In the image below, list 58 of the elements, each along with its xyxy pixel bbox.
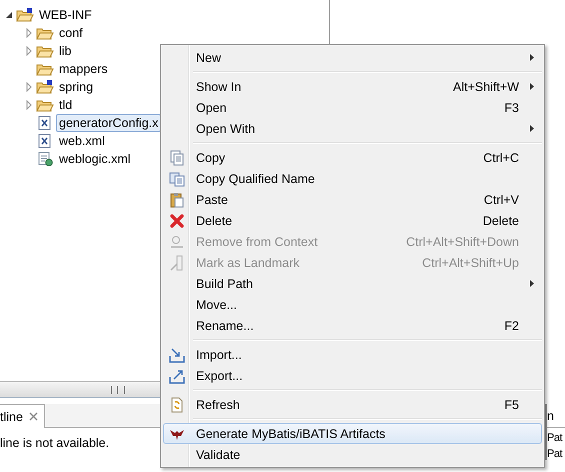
- collapsed-arrow-icon[interactable]: [24, 100, 34, 110]
- menu-item[interactable]: Delete Delete: [163, 210, 542, 231]
- menu-item[interactable]: Validate: [163, 444, 542, 465]
- paste-icon: [169, 192, 185, 208]
- menu-item[interactable]: Copy Qualified Name: [163, 168, 542, 189]
- outline-message: line is not available.: [0, 436, 110, 450]
- menu-item[interactable]: Build Path: [163, 273, 542, 294]
- copy-icon: [169, 150, 185, 166]
- folder-icon: [36, 26, 54, 40]
- tree-item[interactable]: lib: [56, 42, 75, 60]
- scroll-grip-icon[interactable]: [111, 386, 125, 394]
- collapsed-arrow-icon[interactable]: [24, 46, 34, 56]
- menu-item[interactable]: Generate MyBatis/iBATIS Artifacts: [163, 423, 542, 444]
- folder-icon: [36, 44, 54, 58]
- submenu-arrow-icon: [530, 280, 534, 287]
- menu-item[interactable]: Move...: [163, 294, 542, 315]
- menu-item[interactable]: Import...: [163, 344, 542, 365]
- menu-item[interactable]: New: [163, 47, 542, 68]
- submenu-arrow-icon: [530, 83, 534, 90]
- collapsed-arrow-icon[interactable]: [24, 28, 34, 38]
- menu-item[interactable]: Refresh F5: [163, 394, 542, 415]
- export-icon: [169, 368, 185, 384]
- submenu-arrow-icon: [530, 125, 534, 132]
- tree-item[interactable]: web.xml: [56, 132, 108, 150]
- menu-item[interactable]: Open With: [163, 118, 542, 139]
- close-icon[interactable]: [28, 412, 38, 421]
- tree-item[interactable]: conf: [56, 24, 86, 42]
- collapsed-arrow-icon[interactable]: [24, 82, 34, 92]
- tree-item[interactable]: spring: [56, 78, 96, 96]
- tab-label: tline: [0, 410, 23, 424]
- tree-item[interactable]: weblogic.xml: [56, 150, 134, 168]
- copy-icon: [169, 170, 185, 186]
- panel-tab[interactable]: n: [547, 404, 565, 428]
- delete-icon: [169, 212, 185, 228]
- menu-item[interactable]: Export...: [163, 365, 542, 386]
- submenu-arrow-icon: [530, 54, 534, 61]
- menu-item[interactable]: Open F3: [163, 97, 542, 118]
- outline-tab[interactable]: tline: [0, 404, 45, 428]
- menu-item[interactable]: Paste Ctrl+V: [163, 189, 542, 210]
- tree-item[interactable]: generatorConfig.x: [56, 114, 162, 132]
- tree-item[interactable]: mappers: [56, 60, 111, 78]
- refresh-icon: [169, 396, 185, 412]
- folder-icon: [36, 98, 54, 112]
- folder-icon: [36, 80, 54, 94]
- import-icon: [169, 346, 185, 362]
- expanded-arrow-icon[interactable]: [4, 10, 14, 20]
- menu-item[interactable]: Copy Ctrl+C: [163, 147, 542, 168]
- landmark-icon: [169, 254, 185, 270]
- tree-item[interactable]: WEB-INF: [36, 6, 95, 24]
- tree-item[interactable]: tld: [56, 96, 76, 114]
- menu-item[interactable]: Show In Alt+Shift+W: [163, 76, 542, 97]
- panel-row-text: Pat: [547, 431, 562, 444]
- panel-row-text: Pat: [547, 447, 562, 460]
- menu-item[interactable]: Rename... F2: [163, 315, 542, 336]
- folder-icon: [36, 62, 54, 76]
- config-file-icon: [36, 152, 54, 166]
- remove-icon: [169, 234, 185, 250]
- folder-icon: [16, 8, 34, 22]
